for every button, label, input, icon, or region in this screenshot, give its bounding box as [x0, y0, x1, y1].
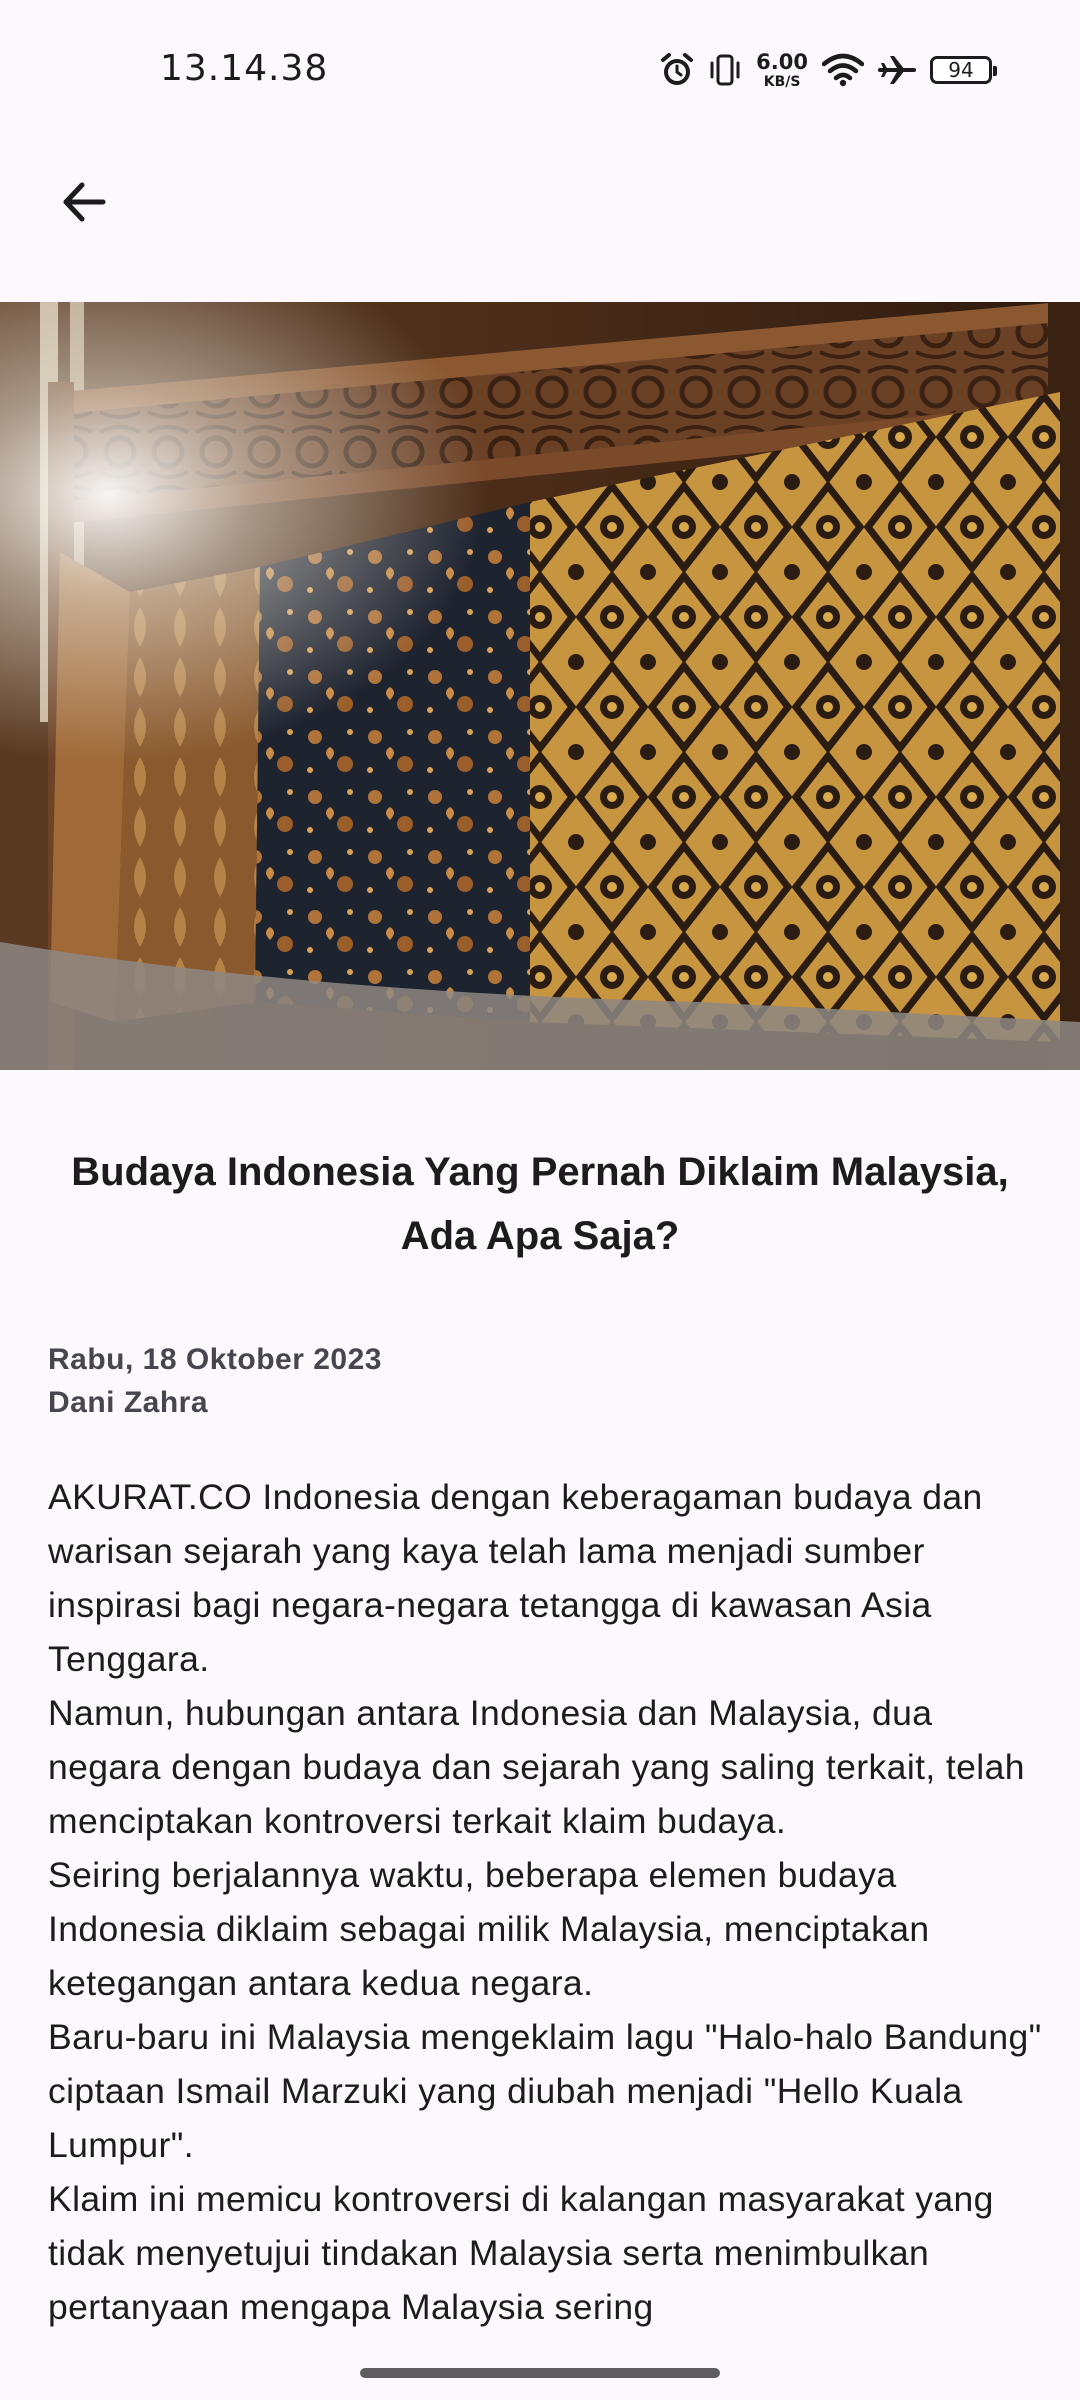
article-paragraph: Namun, hubungan antara Indonesia dan Mal…: [48, 1693, 1025, 1841]
article-date: Rabu, 18 Oktober 2023: [48, 1343, 382, 1376]
article-author: Dani Zahra: [48, 1386, 209, 1419]
net-speed: 6.00 KB/S: [756, 49, 808, 90]
vibrate-icon: [708, 52, 742, 88]
net-speed-value: 6.00: [756, 49, 808, 74]
article-meta: Rabu, 18 Oktober 2023 Dani Zahra: [48, 1338, 1032, 1424]
article-title: Budaya Indonesia Yang Pernah Diklaim Mal…: [71, 1150, 1009, 1258]
arrow-left-icon: [57, 175, 111, 233]
article-paragraph: Seiring berjalannya waktu, beberapa elem…: [48, 1855, 930, 2003]
article-body: AKURAT.CO Indonesia dengan keberagaman b…: [48, 1470, 1048, 2334]
status-bar: 13.14.38 6.00 KB/S 94: [0, 0, 1080, 140]
net-speed-unit: KB/S: [763, 73, 801, 90]
battery-icon: 94: [930, 56, 997, 84]
airplane-icon: [878, 53, 916, 87]
article-paragraph: AKURAT.CO Indonesia dengan keberagaman b…: [48, 1477, 983, 1679]
status-time: 13.14.38: [160, 48, 329, 89]
home-indicator[interactable]: [360, 2368, 720, 2378]
article-hero-image: [0, 302, 1080, 1070]
back-button[interactable]: [40, 160, 128, 248]
wifi-icon: [822, 53, 864, 87]
alarm-icon: [660, 52, 694, 88]
status-icons: 6.00 KB/S 94: [660, 48, 997, 92]
battery-level: 94: [948, 58, 974, 82]
article-paragraph: Baru-baru ini Malaysia mengeklaim lagu "…: [48, 2017, 1042, 2165]
article-screen: 13.14.38 6.00 KB/S 94 Budaya Indonesia Y…: [0, 0, 1080, 2400]
article-paragraph: Klaim ini memicu kontroversi di kalangan…: [48, 2179, 994, 2327]
